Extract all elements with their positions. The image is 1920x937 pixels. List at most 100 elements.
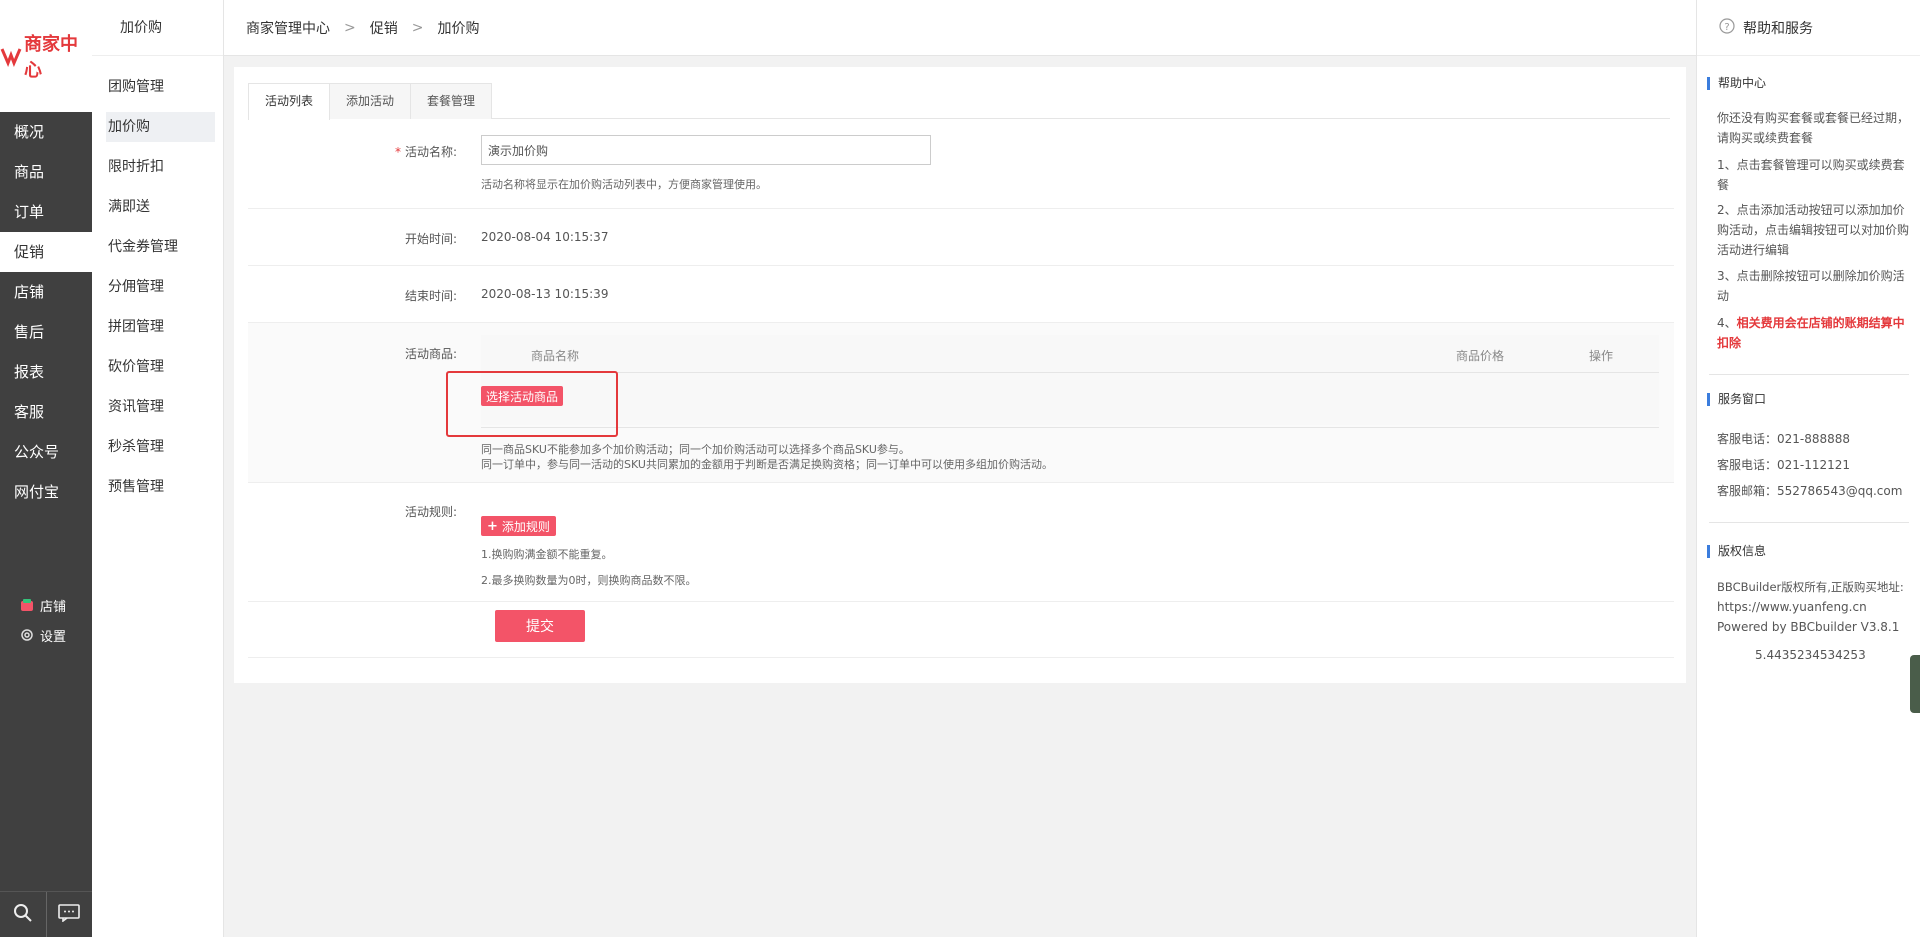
tab-activity-list[interactable]: 活动列表 xyxy=(248,83,331,120)
help-center-intro: 你还没有购买套餐或套餐已经过期，请购买或续费套餐 xyxy=(1717,111,1910,145)
shop-link[interactable]: 店铺 xyxy=(0,590,92,620)
goods-table-divider xyxy=(481,427,1659,428)
goods-label: 活动商品: xyxy=(404,347,457,361)
copyright-powered: Powered by BBCbuilder V3.8.1 xyxy=(1717,620,1900,634)
logo[interactable]: 商家中心 xyxy=(0,0,92,112)
chat-icon xyxy=(58,903,81,926)
help-divider xyxy=(1709,522,1909,523)
form-row-start-time: 开始时间: 2020-08-04 10:15:37 xyxy=(248,209,1674,266)
nav-footer xyxy=(0,891,92,937)
nav-item-orders[interactable]: 订单 xyxy=(0,192,92,232)
logo-text: 商家中心 xyxy=(24,34,78,81)
message-button[interactable] xyxy=(45,892,93,937)
sub-item-commission[interactable]: 分佣管理 xyxy=(106,272,215,302)
start-time-value: 2020-08-04 10:15:37 xyxy=(481,230,609,244)
nav-item-aftersale[interactable]: 售后 xyxy=(0,312,92,352)
end-time-label: 结束时间: xyxy=(404,289,457,303)
help-panel: ? 帮助和服务 帮助中心 你还没有购买套餐或套餐已经过期，请购买或续费套餐 1、… xyxy=(1696,0,1920,937)
help-center-item-4-prefix: 4、 xyxy=(1717,316,1737,330)
nav-item-reports[interactable]: 报表 xyxy=(0,352,92,392)
help-center-item-3: 3、点击删除按钮可以删除加价购活动 xyxy=(1717,269,1905,303)
help-title: 帮助和服务 xyxy=(1743,20,1813,37)
rules-label: 活动规则: xyxy=(404,505,457,519)
service-phone-1: 客服电话：021-888888 xyxy=(1717,432,1851,446)
settings-link-label: 设置 xyxy=(40,629,67,645)
form-row-end-time: 结束时间: 2020-08-13 10:15:39 xyxy=(248,266,1674,323)
breadcrumb-promotion[interactable]: 促销 xyxy=(370,18,398,38)
rule-note-1: 1.换购购满金额不能重复。 xyxy=(481,548,613,561)
rule-note-2: 2.最多换购数量为0时，则换购商品数不限。 xyxy=(481,574,697,587)
sub-item-add-price-buy[interactable]: 加价购 xyxy=(106,112,215,142)
service-phone-2: 客服电话：021-112121 xyxy=(1717,458,1851,472)
breadcrumb-separator: > xyxy=(344,19,356,36)
tab-package-management[interactable]: 套餐管理 xyxy=(410,83,493,119)
sub-item-group-buy[interactable]: 团购管理 xyxy=(106,72,215,102)
submit-button[interactable]: 提交 xyxy=(495,610,585,642)
nav-item-wangfubao[interactable]: 网付宝 xyxy=(0,472,92,512)
goods-table-header: 商品名称 商品价格 操作 xyxy=(481,335,1659,373)
shop-link-label: 店铺 xyxy=(40,599,67,615)
sub-item-flash-discount[interactable]: 限时折扣 xyxy=(106,152,215,182)
search-button[interactable] xyxy=(0,892,46,937)
nav-item-shop[interactable]: 店铺 xyxy=(0,272,92,312)
activity-name-input[interactable] xyxy=(481,135,931,165)
sub-nav-title: 加价购 xyxy=(92,0,223,56)
sub-item-full-gift[interactable]: 满即送 xyxy=(106,192,215,222)
highlight-annotation xyxy=(446,371,618,437)
sub-item-group-purchase[interactable]: 拼团管理 xyxy=(106,312,215,342)
help-center-item-4-warning: 相关费用会在店铺的账期结算中扣除 xyxy=(1717,316,1905,350)
main-nav-list: 概况 商品 订单 促销 店铺 售后 报表 客服 公众号 网付宝 xyxy=(0,112,92,512)
main-sidebar: 商家中心 概况 商品 订单 促销 店铺 售后 报表 客服 公众号 网付宝 店铺 … xyxy=(0,0,92,937)
nav-item-goods[interactable]: 商品 xyxy=(0,152,92,192)
goods-note-1: 同一商品SKU不能参加多个加价购活动；同一个加价购活动可以选择多个商品SKU参与… xyxy=(481,443,910,456)
sub-item-seckill[interactable]: 秒杀管理 xyxy=(106,432,215,462)
help-divider xyxy=(1709,374,1909,375)
start-time-label: 开始时间: xyxy=(404,232,457,246)
nav-bottom: 店铺 设置 xyxy=(0,590,92,650)
help-center-item-1: 1、点击套餐管理可以购买或续费套餐 xyxy=(1717,158,1905,192)
sub-item-voucher[interactable]: 代金券管理 xyxy=(106,232,215,262)
help-center-title: 帮助中心 xyxy=(1707,77,1766,90)
form-row-name: *活动名称: 活动名称将显示在加价购活动列表中，方便商家管理使用。 xyxy=(248,119,1674,209)
required-mark: * xyxy=(394,145,401,159)
goods-col-name: 商品名称 xyxy=(531,349,580,363)
nav-item-official-account[interactable]: 公众号 xyxy=(0,432,92,472)
form-row-submit: 提交 xyxy=(248,602,1674,658)
nav-item-customer-service[interactable]: 客服 xyxy=(0,392,92,432)
breadcrumb-current: 加价购 xyxy=(437,20,480,37)
help-center-item-4: 4、相关费用会在店铺的账期结算中扣除 xyxy=(1717,313,1913,353)
service-email: 客服邮箱：552786543@qq.com xyxy=(1717,484,1903,498)
copyright-version: 5.4435234534253 xyxy=(1755,648,1866,662)
sub-item-bargain[interactable]: 砍价管理 xyxy=(106,352,215,382)
goods-col-action: 操作 xyxy=(1589,349,1614,363)
goods-note-2: 同一订单中，参与同一活动的SKU共同累加的金额用于判断是否满足换购资格；同一订单… xyxy=(481,458,1053,471)
copyright-title: 版权信息 xyxy=(1707,545,1766,558)
side-drawer-handle[interactable] xyxy=(1910,655,1920,713)
sub-item-presale[interactable]: 预售管理 xyxy=(106,472,215,502)
plus-icon: + xyxy=(487,518,498,534)
end-time-value: 2020-08-13 10:15:39 xyxy=(481,287,609,301)
settings-link[interactable]: 设置 xyxy=(0,620,92,650)
tab-add-activity[interactable]: 添加活动 xyxy=(329,83,412,119)
activity-name-hint: 活动名称将显示在加价购活动列表中，方便商家管理使用。 xyxy=(481,178,767,191)
tab-bar: 活动列表 添加活动 套餐管理 xyxy=(248,83,1670,120)
help-center-item-2: 2、点击添加活动按钮可以添加加价购活动，点击编辑按钮可以对加价购活动进行编辑 xyxy=(1717,203,1910,257)
form-row-rules: 活动规则: + 添加规则 1.换购购满金额不能重复。 2.最多换购数量为0时，则… xyxy=(248,483,1674,602)
copyright-line-1: BBCBuilder版权所有,正版购买地址: xyxy=(1717,580,1904,594)
service-title: 服务窗口 xyxy=(1707,393,1766,406)
breadcrumb: 商家管理中心 > 促销 > 加价购 xyxy=(224,0,1696,56)
nav-item-overview[interactable]: 概况 xyxy=(0,112,92,152)
copyright-url[interactable]: https://www.yuanfeng.cn xyxy=(1717,597,1913,617)
sub-sidebar: 加价购 团购管理 加价购 限时折扣 满即送 代金券管理 分佣管理 拼团管理 砍价… xyxy=(92,0,224,937)
activity-name-label-text: 活动名称: xyxy=(404,145,457,159)
logo-icon xyxy=(0,45,22,68)
svg-text:?: ? xyxy=(1724,22,1729,33)
help-icon[interactable]: ? xyxy=(1719,17,1735,38)
gear-icon xyxy=(20,628,34,642)
goods-col-price: 商品价格 xyxy=(1456,349,1505,363)
sub-item-news[interactable]: 资讯管理 xyxy=(106,392,215,422)
nav-item-promotion[interactable]: 促销 xyxy=(0,232,92,272)
shop-icon xyxy=(20,598,34,612)
add-rule-button[interactable]: + 添加规则 xyxy=(481,516,556,536)
breadcrumb-home[interactable]: 商家管理中心 xyxy=(246,18,330,38)
